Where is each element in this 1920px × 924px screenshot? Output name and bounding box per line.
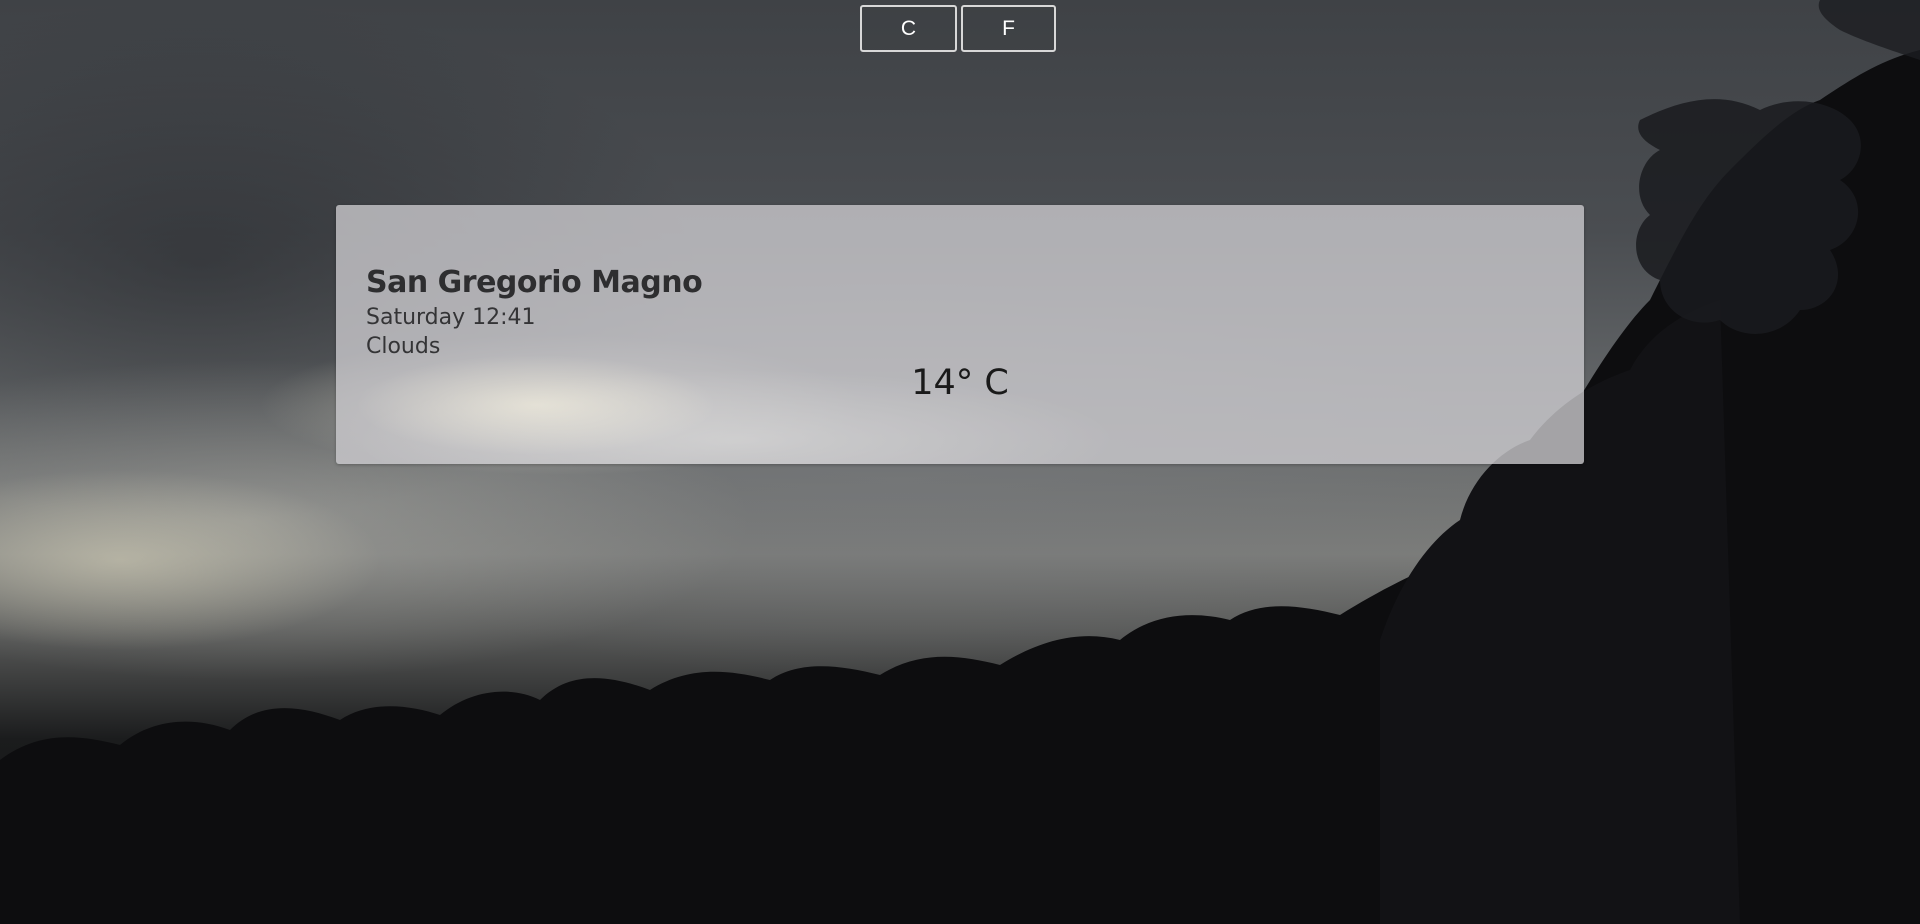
temperature: 14° C bbox=[911, 363, 1009, 403]
date-time: Saturday 12:41 bbox=[366, 305, 536, 330]
card-background bbox=[336, 205, 1584, 464]
fahrenheit-button[interactable]: F bbox=[961, 5, 1056, 52]
unit-toggle: C F bbox=[860, 5, 1056, 52]
weather-card: San Gregorio Magno Saturday 12:41 Clouds… bbox=[336, 205, 1584, 464]
weather-condition: Clouds bbox=[366, 334, 441, 359]
city-name: San Gregorio Magno bbox=[366, 265, 703, 300]
celsius-button[interactable]: C bbox=[860, 5, 957, 52]
